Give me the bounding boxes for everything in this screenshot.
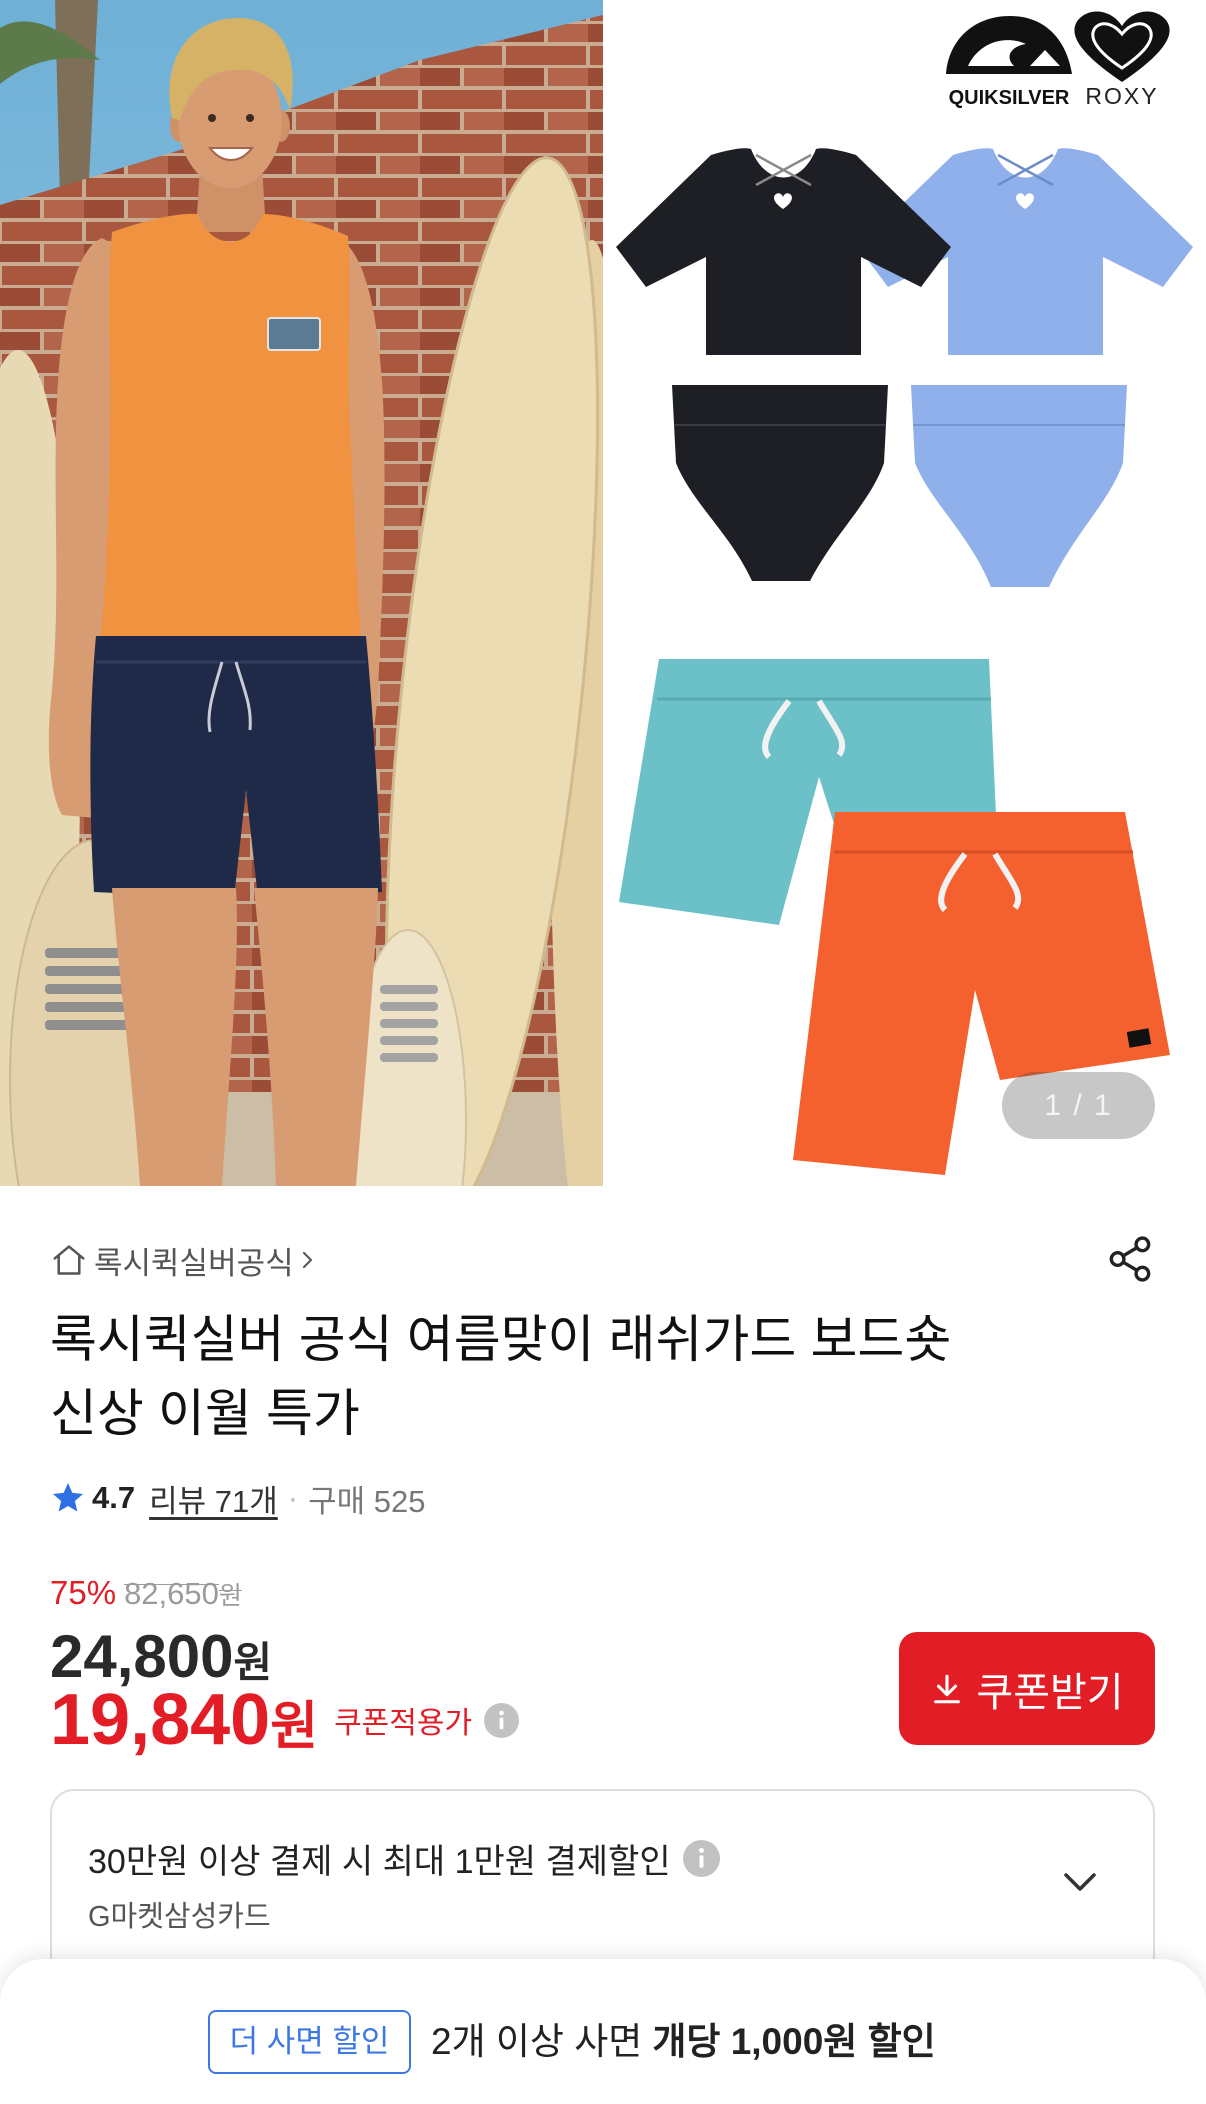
product-flatlay: QUIKSILVER ROXY xyxy=(603,0,1206,1186)
bulk-discount-bottom-sheet[interactable]: 더 사면 할인 2개 이상 사면 개당 1,000원 할인 xyxy=(0,1959,1206,2104)
model-photo xyxy=(0,0,603,1186)
original-price: 82,650원 xyxy=(124,1576,242,1612)
bulk-discount-badge: 더 사면 할인 xyxy=(208,2010,411,2074)
tank-top xyxy=(100,213,362,650)
info-icon[interactable] xyxy=(682,1839,720,1877)
product-title-line: 록시퀵실버 공식 여름맞이 래쉬가드 보드숏 xyxy=(50,1311,952,1368)
roxy-logo-text: ROXY xyxy=(1085,83,1158,109)
review-count-link[interactable]: 리뷰 71개 xyxy=(149,1476,278,1521)
card-name: G마켓삼성카드 xyxy=(88,1901,271,1933)
quiksilver-logo-text: QUIKSILVER xyxy=(949,87,1070,109)
coupon-price-figure: 19,840 원 xyxy=(50,1679,318,1761)
chevron-down-icon[interactable] xyxy=(1059,1861,1101,1903)
board-shorts xyxy=(90,636,382,898)
download-icon xyxy=(930,1672,964,1706)
coupon-price: 19,840 원 쿠폰적용가 xyxy=(50,1679,520,1761)
product-title-line: 신상 이월 특가 xyxy=(50,1385,360,1442)
coupon-price-amount: 19,840 xyxy=(50,1680,271,1760)
rating-row: 4.7 리뷰 71개 · 구매 525 xyxy=(50,1476,425,1520)
home-icon xyxy=(50,1241,88,1279)
original-price-unit: 원 xyxy=(218,1582,242,1610)
bulk-discount-amount: 개당 1,000원 할인 xyxy=(652,2021,936,2062)
bulk-discount-text: 2개 이상 사면 개당 1,000원 할인 xyxy=(431,2018,936,2066)
get-coupon-button[interactable]: 쿠폰받기 xyxy=(899,1632,1155,1745)
original-price-amount: 82,650 xyxy=(124,1576,219,1611)
bulk-discount-condition: 2개 이상 사면 xyxy=(431,2021,643,2062)
coupon-price-label: 쿠폰적용가 xyxy=(334,1707,473,1740)
info-icon[interactable] xyxy=(484,1702,520,1738)
discount-rate: 75% xyxy=(50,1574,117,1611)
separator-dot: · xyxy=(287,1480,299,1515)
coupon-price-unit: 원 xyxy=(270,1698,319,1756)
store-link[interactable]: 록시퀵실버공식 xyxy=(50,1236,315,1284)
product-image-gallery[interactable]: QUIKSILVER ROXY 1 / 1 xyxy=(0,0,1206,1186)
discount-row: 75% 82,650원 xyxy=(50,1574,242,1616)
store-name: 록시퀵실버공식 xyxy=(94,1245,294,1281)
star-icon xyxy=(50,1480,86,1516)
image-pagination-indicator: 1 / 1 xyxy=(1002,1072,1155,1139)
share-button[interactable] xyxy=(1103,1232,1157,1286)
rating-score: 4.7 xyxy=(92,1480,136,1515)
card-benefit-headline: 30만원 이상 결제 시 최대 1만원 결제할인 xyxy=(88,1835,720,1881)
product-title: 록시퀵실버 공식 여름맞이 래쉬가드 보드숏 신상 이월 특가 xyxy=(50,1303,1155,1451)
product-image: QUIKSILVER ROXY xyxy=(0,0,1206,1186)
get-coupon-label: 쿠폰받기 xyxy=(976,1670,1124,1715)
share-icon xyxy=(1103,1232,1157,1286)
chevron-right-icon xyxy=(300,1246,315,1274)
eye xyxy=(208,114,216,122)
tank-top-logo-patch xyxy=(267,317,321,351)
purchase-count: 구매 525 xyxy=(308,1483,426,1519)
card-benefit-text: 30만원 이상 결제 시 최대 1만원 결제할인 xyxy=(88,1842,671,1881)
eye xyxy=(246,114,254,122)
